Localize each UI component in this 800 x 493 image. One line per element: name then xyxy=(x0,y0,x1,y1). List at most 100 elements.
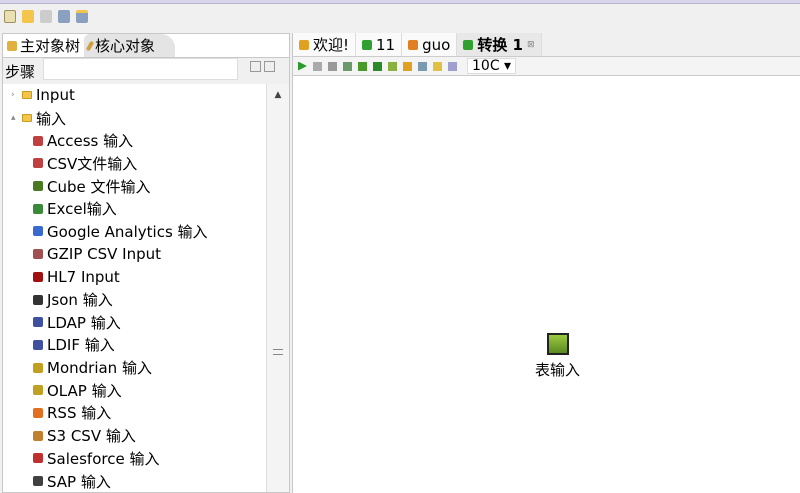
step-icon xyxy=(33,317,43,328)
step-icon xyxy=(33,181,43,192)
tab-icon xyxy=(408,39,419,50)
step-icon xyxy=(33,407,43,418)
step-icon xyxy=(33,385,43,396)
collapse-arrow-icon[interactable]: ▴ xyxy=(11,113,20,123)
folder-icon xyxy=(22,114,32,123)
tab-label: 转换 1 xyxy=(477,36,523,54)
step-item-label: Salesforce 输入 xyxy=(47,449,160,468)
tree-step-item[interactable]: LDIF 输入 xyxy=(3,334,267,357)
window-top-bar xyxy=(0,0,800,4)
folder-label: 输入 xyxy=(36,109,67,128)
tree-step-item[interactable]: OLAP 输入 xyxy=(3,379,267,402)
tab-label: 核心对象 xyxy=(95,37,156,55)
editor-tab[interactable]: guo xyxy=(402,33,458,56)
step-item-label: HL7 Input xyxy=(47,267,120,286)
step-item-label: SAP 输入 xyxy=(47,472,111,491)
main-toolbar xyxy=(4,10,88,23)
step-item-label: CSV文件输入 xyxy=(47,154,138,173)
tree-icon xyxy=(7,40,17,51)
step-item-label: LDAP 输入 xyxy=(47,313,121,332)
zoom-select[interactable]: 10C ▾ xyxy=(467,58,517,74)
editor-tab[interactable]: 11 xyxy=(356,33,403,56)
step-icon xyxy=(33,339,43,350)
tab-label: 欢迎! xyxy=(313,36,350,54)
tree-step-item[interactable]: Excel输入 xyxy=(3,197,267,220)
step-icon xyxy=(33,453,43,464)
left-panel: 主对象树 核心对象 步骤 › Input ▴ 输入 Access 输入 CSV文件输入… xyxy=(2,33,290,493)
editor-panel: 欢迎! 11 guo 转换 1 ⊠ 10C ▾ 表输入 xyxy=(292,33,800,493)
tree-scrollbar[interactable]: ▲ xyxy=(266,84,289,492)
collapse-all-icon[interactable] xyxy=(264,61,275,72)
debug-icon[interactable] xyxy=(358,61,367,71)
transformation-toolbar: 10C ▾ xyxy=(293,57,800,75)
step-item-label: Json 输入 xyxy=(47,291,113,310)
tree-step-item[interactable]: LDAP 输入 xyxy=(3,311,267,334)
expand-all-icon[interactable] xyxy=(250,61,261,72)
impact-icon[interactable] xyxy=(403,61,412,71)
expand-arrow-icon[interactable]: › xyxy=(11,90,20,100)
step-table-input[interactable]: 表输入 xyxy=(535,333,580,380)
stop-icon[interactable] xyxy=(328,61,337,71)
close-tab-icon[interactable]: ⊠ xyxy=(527,40,535,50)
steps-search-input[interactable] xyxy=(43,58,238,80)
step-item-label: OLAP 输入 xyxy=(47,381,122,400)
tree-step-item[interactable]: Google Analytics 输入 xyxy=(3,220,267,243)
results-icon[interactable] xyxy=(448,61,457,71)
zoom-value: 10C xyxy=(472,58,500,74)
tree-step-item[interactable]: Access 输入 xyxy=(3,129,267,152)
step-item-label: LDIF 输入 xyxy=(47,336,115,355)
folder-label: Input xyxy=(36,86,75,105)
tree-step-item[interactable]: HL7 Input xyxy=(3,266,267,289)
pause-icon[interactable] xyxy=(313,61,322,71)
tree-folder-input[interactable]: › Input xyxy=(3,84,267,107)
steps-label: 步骤 xyxy=(5,62,36,81)
step-icon xyxy=(33,271,43,282)
tree-step-item[interactable]: SAP 输入 xyxy=(3,470,267,492)
step-icon xyxy=(33,135,43,146)
tree-step-item[interactable]: S3 CSV 输入 xyxy=(3,424,267,447)
verify-icon[interactable] xyxy=(388,61,397,71)
sql-icon[interactable] xyxy=(418,61,427,71)
step-icon xyxy=(33,203,43,214)
step-item-label: Google Analytics 输入 xyxy=(47,222,208,241)
pencil-icon xyxy=(85,40,95,51)
new-file-icon[interactable] xyxy=(4,10,16,23)
step-icon xyxy=(33,430,43,441)
step-icon xyxy=(33,362,43,373)
tree-step-item[interactable]: Mondrian 输入 xyxy=(3,356,267,379)
save-icon[interactable] xyxy=(58,10,70,23)
save-as-icon[interactable] xyxy=(76,10,88,23)
scroll-grip[interactable] xyxy=(273,349,283,355)
tree-step-item[interactable]: Cube 文件输入 xyxy=(3,175,267,198)
step-item-label: S3 CSV 输入 xyxy=(47,427,136,446)
step-label: 表输入 xyxy=(535,361,581,379)
tree-step-item[interactable]: Json 输入 xyxy=(3,288,267,311)
tree-step-item[interactable]: GZIP CSV Input xyxy=(3,243,267,266)
step-item-label: GZIP CSV Input xyxy=(47,245,162,264)
step-icon xyxy=(33,249,43,260)
step-item-label: RSS 输入 xyxy=(47,404,112,423)
tree-folder-shuru[interactable]: ▴ 输入 xyxy=(3,107,267,130)
tab-label: 11 xyxy=(376,35,396,54)
open-folder-icon[interactable] xyxy=(22,10,34,23)
editor-tab[interactable]: 欢迎! xyxy=(293,33,357,56)
preview-icon[interactable] xyxy=(343,61,352,71)
explore-db-icon[interactable] xyxy=(433,61,442,71)
explore-icon[interactable] xyxy=(40,10,52,23)
tree-step-item[interactable]: Salesforce 输入 xyxy=(3,447,267,470)
step-item-label: Access 输入 xyxy=(47,132,134,151)
tab-main-object-tree[interactable]: 主对象树 xyxy=(3,34,84,57)
step-item-label: Cube 文件输入 xyxy=(47,177,151,196)
tab-label: 主对象树 xyxy=(20,37,81,55)
transformation-canvas[interactable]: 表输入 xyxy=(293,75,800,493)
replay-icon[interactable] xyxy=(373,61,382,71)
steps-tree: › Input ▴ 输入 Access 输入 CSV文件输入 Cube 文件输入 Exce… xyxy=(3,84,267,492)
scroll-up-icon[interactable]: ▲ xyxy=(267,90,289,100)
tree-step-item[interactable]: RSS 输入 xyxy=(3,402,267,425)
tab-core-objects[interactable]: 核心对象 xyxy=(84,34,176,57)
tree-step-item[interactable]: CSV文件输入 xyxy=(3,152,267,175)
step-icon xyxy=(33,226,43,237)
tab-icon xyxy=(299,39,309,50)
run-icon[interactable] xyxy=(298,61,307,71)
editor-tab[interactable]: 转换 1 ⊠ xyxy=(457,33,542,56)
